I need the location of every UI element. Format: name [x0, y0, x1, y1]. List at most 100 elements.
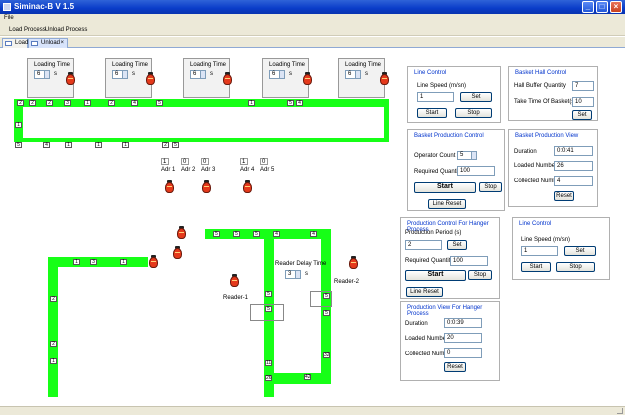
app-icon	[3, 3, 11, 11]
spinner-value: 6	[348, 71, 352, 77]
window-title: Siminac-B V 1.5	[14, 2, 75, 11]
toolbar: Load Process Unload Process	[0, 24, 625, 36]
maximize-button[interactable]: □	[596, 1, 608, 13]
basket-start-button[interactable]: Start	[414, 182, 476, 193]
required-quantity-label: Required Quantity	[414, 169, 463, 175]
spinner-value: 6	[37, 71, 41, 77]
track-slot: 1	[84, 100, 91, 106]
spinner-arrows[interactable]	[200, 71, 205, 78]
operator-count-spinner[interactable]: 5	[457, 151, 477, 160]
line-speed-input[interactable]: 1	[521, 246, 558, 256]
resize-grip[interactable]	[617, 408, 623, 414]
loaded-number-label: Loaded Number	[514, 163, 558, 169]
hall-buffer-input[interactable]: 7	[572, 81, 594, 91]
minimize-button[interactable]: _	[582, 1, 594, 13]
unload-bottom-conveyor	[264, 373, 331, 384]
line-speed-input[interactable]: 1	[417, 92, 454, 102]
loading-time-spinner[interactable]: 6	[190, 70, 206, 79]
loading-time-spinner[interactable]: 6	[112, 70, 128, 79]
loading-panel-5: Loading Time 6 s	[338, 58, 385, 98]
track-slot: 5	[172, 142, 179, 148]
unload-process-link[interactable]: Unload Process	[45, 27, 87, 33]
loading-time-spinner[interactable]: 6	[34, 70, 50, 79]
spinner-arrows[interactable]	[471, 152, 476, 159]
tab-icon	[5, 41, 12, 46]
spinner-arrows[interactable]	[279, 71, 284, 78]
line-start-button[interactable]: Start	[417, 108, 447, 118]
hanger-icon	[65, 72, 76, 86]
tab-close-icon[interactable]: ×	[60, 39, 64, 48]
loading-time-spinner[interactable]: 6	[345, 70, 361, 79]
basket-view-reset-button[interactable]: Reset	[554, 191, 574, 201]
track-slot: 4	[273, 231, 280, 237]
address-box-5: 0	[260, 158, 268, 165]
spinner-value: 5	[460, 152, 464, 158]
basket-stop-button[interactable]: Stop	[479, 182, 502, 192]
hanger-icon	[242, 180, 253, 194]
duration-label: Duration	[514, 149, 537, 155]
line-speed-set-button[interactable]: Set	[564, 246, 596, 256]
track-slot: 4	[131, 100, 138, 106]
spinner-value: 6	[193, 71, 197, 77]
spinner-arrows[interactable]	[44, 71, 49, 78]
hanger-icon	[148, 255, 159, 269]
line-stop-button[interactable]: Stop	[455, 108, 492, 118]
required-quantity-input[interactable]: 100	[450, 256, 488, 266]
spinner-arrows[interactable]	[122, 71, 127, 78]
production-period-input[interactable]: 2	[405, 240, 442, 250]
track-slot: 1	[95, 142, 102, 148]
track-slot: 2	[108, 100, 115, 106]
address-box-1: 1	[161, 158, 169, 165]
duration-field: 0:0:41	[554, 146, 593, 156]
menu-bar: File	[0, 14, 625, 24]
track-slot: 26	[265, 375, 272, 381]
track-slot: 4	[296, 100, 303, 106]
spinner-value: 6	[115, 71, 119, 77]
hanger-line-reset-button[interactable]: Line Reset	[406, 287, 443, 297]
tab-bar: Load Unload ×	[0, 37, 625, 48]
tab-load[interactable]: Load	[2, 38, 28, 48]
track-slot: 4	[43, 142, 50, 148]
hanger-stop-button[interactable]: Stop	[468, 270, 492, 280]
basket-hall-set-button[interactable]: Set	[572, 110, 592, 120]
line-control-group: Line Control Line Speed (m/sn) 1 Set Sta…	[407, 66, 501, 123]
close-button[interactable]: ×	[610, 1, 622, 13]
production-period-set-button[interactable]: Set	[447, 240, 467, 250]
tab-icon	[31, 41, 38, 46]
unload-left-top-conveyor	[48, 257, 148, 267]
spinner-arrows[interactable]	[295, 271, 300, 278]
hanger-icon	[164, 180, 175, 194]
reader-delay-spinner[interactable]: 3	[285, 270, 301, 279]
track-slot: 5	[233, 231, 240, 237]
line-stop-button[interactable]: Stop	[556, 262, 595, 272]
track-slot: 2	[17, 100, 24, 106]
loading-time-label: Loading Time	[190, 62, 227, 68]
hanger-view-reset-button[interactable]: Reset	[444, 362, 466, 372]
hanger-start-button[interactable]: Start	[405, 270, 466, 281]
basket-hall-group: Basket Hall Control Hall Buffer Quantity…	[508, 66, 598, 121]
unit-label: s	[54, 71, 57, 77]
group-title: Line Control	[413, 70, 448, 76]
line-start-button[interactable]: Start	[521, 262, 551, 272]
production-period-label: Production Period (s)	[405, 230, 462, 236]
load-process-link[interactable]: Load Process	[9, 27, 46, 33]
group-title: Production View For Hanger Process	[406, 305, 499, 317]
basket-line-reset-button[interactable]: Line Reset	[428, 199, 466, 209]
hanger-icon	[176, 226, 187, 240]
track-slot: 11	[265, 360, 272, 366]
track-slot: 42	[304, 374, 311, 380]
hanger-control-group: Production Control For Hanger Process Pr…	[400, 217, 500, 299]
track-slot: 5	[287, 100, 294, 106]
take-time-input[interactable]: 10	[572, 97, 594, 107]
menu-file[interactable]: File	[4, 15, 14, 21]
unit-label: s	[305, 271, 308, 277]
content-area: Loading Time 6 s Loading Time 6 s Loadin…	[0, 48, 625, 406]
line-speed-set-button[interactable]: Set	[460, 92, 492, 102]
required-quantity-input[interactable]: 100	[457, 166, 495, 176]
track-slot: 1	[73, 259, 80, 265]
spinner-value: 6	[272, 71, 276, 77]
spinner-arrows[interactable]	[355, 71, 360, 78]
loading-time-spinner[interactable]: 6	[269, 70, 285, 79]
tab-unload[interactable]: Unload ×	[28, 38, 68, 48]
take-time-label: Take Time Of Basket(s)	[514, 99, 577, 105]
